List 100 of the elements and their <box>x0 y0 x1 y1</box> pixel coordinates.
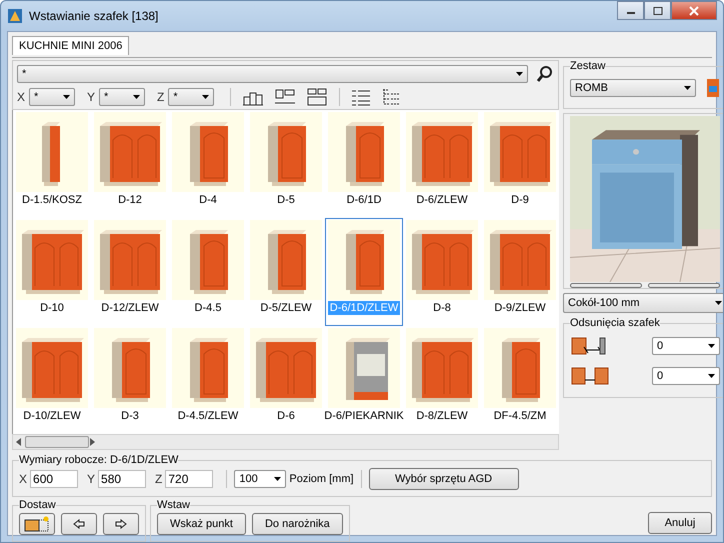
level-label: Poziom [mm] <box>289 473 354 485</box>
group-title: Wstaw <box>157 499 190 511</box>
dimension-field[interactable]: 600 <box>30 470 78 488</box>
cabinet-tile[interactable]: D-10/ZLEW <box>13 326 91 434</box>
cabinet-label: D-8/ZLEW <box>415 409 469 423</box>
add-cabinet-button[interactable] <box>19 513 55 535</box>
search-icon[interactable] <box>536 65 554 83</box>
scrollbar-thumb[interactable] <box>25 436 89 448</box>
cabinet-label: D-12 <box>117 193 143 207</box>
close-icon <box>689 6 699 16</box>
axis-label: Y <box>87 472 96 486</box>
cabinet-label: D-5/ZLEW <box>259 301 313 315</box>
cabinet-gap-icon <box>570 366 610 386</box>
axis-label: Z <box>157 90 164 104</box>
maximize-button[interactable] <box>644 1 671 20</box>
cabinet-tile[interactable]: D-5 <box>247 110 325 218</box>
cabinet-tile[interactable]: D-5/ZLEW <box>247 218 325 326</box>
cabinet-label: D-4.5/ZLEW <box>176 409 240 423</box>
dropdown-arrow-icon[interactable] <box>708 344 715 348</box>
cabinet-tile[interactable]: D-1.5/KOSZ <box>13 110 91 218</box>
dropdown-arrow-icon[interactable] <box>202 95 210 99</box>
axis-dropdown[interactable]: * <box>99 88 146 106</box>
group-title: Dostaw <box>19 499 56 511</box>
window-title: Wstawianie szafek [138] <box>29 9 158 23</box>
cabinet-label: D-3 <box>120 409 140 423</box>
axis-dropdown[interactable]: * <box>168 88 214 106</box>
cancel-button[interactable]: Anuluj <box>648 512 712 534</box>
arrow-right-icon <box>115 519 127 529</box>
dropdown-arrow-icon[interactable] <box>63 95 70 99</box>
axis-label: X <box>19 472 28 486</box>
cabinet-tile[interactable]: D-6/1D <box>325 110 403 218</box>
set-dropdown[interactable]: ROMB <box>570 79 696 97</box>
cabinet-tile[interactable]: D-8 <box>403 218 481 326</box>
cabinet-label: D-6/1D <box>346 193 382 207</box>
cabinet-tile[interactable]: D-8/ZLEW <box>403 326 481 434</box>
cabinet-label: DF-4.5/ZM <box>492 409 548 423</box>
insert-button[interactable]: Wskaż punkt <box>157 513 246 535</box>
cabinet-tile[interactable]: D-9/ZLEW <box>481 218 559 326</box>
offset-dropdown[interactable]: 0 <box>652 367 720 385</box>
insert-button[interactable]: Do narożnika <box>252 513 343 535</box>
dimension-field[interactable]: 720 <box>165 470 214 488</box>
cabinet-label: D-12/ZLEW <box>100 301 160 315</box>
dimension-field[interactable]: 580 <box>98 470 146 488</box>
group-title: Zestaw <box>570 60 606 72</box>
filter-dropdown[interactable]: * <box>17 65 528 83</box>
cabinet-label: D-5 <box>276 193 296 207</box>
cabinet-icon[interactable] <box>706 78 720 98</box>
level-dropdown[interactable]: 100 <box>234 470 286 488</box>
cabinet-label: D-6 <box>276 409 296 423</box>
layout-view-icon[interactable] <box>305 87 330 107</box>
arrow-left-icon <box>73 519 85 529</box>
cabinet-tile[interactable]: D-12/ZLEW <box>91 218 169 326</box>
cabinet-label: D-9 <box>510 193 530 207</box>
appliance-button[interactable]: Wybór sprzętu AGD <box>368 468 519 490</box>
dropdown-arrow-icon[interactable] <box>133 95 140 99</box>
cabinet-label: D-6/ZLEW <box>415 193 469 207</box>
cabinet-label: D-6/PIEKARNIK <box>323 409 405 423</box>
cabinet-tile[interactable]: D-4 <box>169 110 247 218</box>
cabinet-label: D-4.5 <box>194 301 222 315</box>
axis-label: Z <box>155 472 162 486</box>
dropdown-arrow-icon[interactable] <box>684 86 691 90</box>
cabinet-label: D-1.5/KOSZ <box>21 193 83 207</box>
cabinet-tile[interactable]: D-4.5/ZLEW <box>169 326 247 434</box>
minimize-button[interactable] <box>617 1 644 20</box>
group-title: Wymiary robocze: D-6/1D/ZLEW <box>19 454 178 466</box>
axis-label: Y <box>87 90 96 104</box>
dropdown-arrow-icon[interactable] <box>715 301 722 305</box>
cabinet-tile[interactable]: D-9 <box>481 110 559 218</box>
cabinet-label: D-6/1D/ZLEW <box>328 301 400 315</box>
cabinet-tile[interactable]: DF-4.5/ZM <box>481 326 559 434</box>
cabinet-label: D-10 <box>39 301 65 315</box>
dropdown-arrow-icon[interactable] <box>516 72 523 76</box>
horizontal-scrollbar[interactable] <box>12 434 559 450</box>
cabinet-label: D-10/ZLEW <box>22 409 82 423</box>
axis-label: X <box>17 90 26 104</box>
close-button[interactable] <box>671 1 717 20</box>
button[interactable] <box>648 283 720 288</box>
offset-dropdown[interactable]: 0 <box>652 337 720 355</box>
cabinet-label: D-4 <box>198 193 218 207</box>
app-icon <box>7 8 23 24</box>
group-title: Odsunięcia szafek <box>570 317 660 329</box>
cabinet-tile[interactable]: D-6 <box>247 326 325 434</box>
button[interactable] <box>570 283 642 288</box>
cabinet-tile[interactable]: D-6/ZLEW <box>403 110 481 218</box>
cabinet-tile[interactable]: D-4.5 <box>169 218 247 326</box>
axis-dropdown[interactable]: * <box>29 88 76 106</box>
cabinet-label: D-8 <box>432 301 452 315</box>
cabinet-add-icon <box>24 516 50 532</box>
cabinet-tile[interactable]: D-6/PIEKARNIK <box>325 326 403 434</box>
tab[interactable]: KUCHNIE MINI 2006 <box>12 36 130 55</box>
cabinet-label: D-9/ZLEW <box>493 301 547 315</box>
plinth-dropdown[interactable]: Cokół-100 mm <box>563 293 723 313</box>
left-button[interactable] <box>61 513 97 535</box>
maximize-icon <box>652 6 662 14</box>
cabinet-tile[interactable]: D-3 <box>91 326 169 434</box>
dropdown-arrow-icon[interactable] <box>274 477 282 481</box>
dropdown-arrow-icon[interactable] <box>708 374 715 378</box>
cabinet-tile[interactable]: D-10 <box>13 218 91 326</box>
cabinet-tile[interactable]: D-12 <box>91 110 169 218</box>
right-button[interactable] <box>103 513 139 535</box>
